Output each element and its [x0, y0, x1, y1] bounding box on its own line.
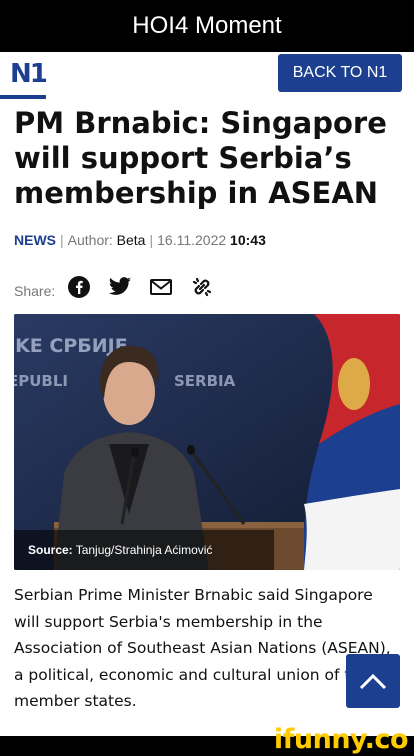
article-meta: NEWS | Author: Beta | 16.11.2022 10:43 [14, 232, 404, 250]
facebook-icon[interactable] [67, 275, 91, 299]
author-name[interactable]: Beta [117, 232, 146, 248]
backdrop-text-3: SERBIA [174, 372, 236, 390]
publish-time: 10:43 [230, 232, 266, 248]
back-to-n1-button[interactable]: BACK TO N1 [278, 54, 402, 92]
author-label: Author: [67, 232, 113, 248]
chevron-up-icon [359, 673, 387, 690]
email-icon[interactable] [149, 275, 173, 299]
share-bar: Share: [14, 272, 231, 302]
meme-caption: HOI4 Moment [0, 0, 414, 52]
backdrop-text-2: EPUBLI [14, 372, 68, 390]
photo-caption: Source: Tanjug/Strahinja Aćimović [14, 530, 274, 570]
article-headline: PM Brnabic: Singapore will support Serbi… [14, 106, 387, 210]
photo-source: Tanjug/Strahinja Aćimović [75, 543, 213, 557]
publish-date: 16.11.2022 [157, 232, 227, 248]
source-label: Source: [28, 543, 73, 557]
category-link[interactable]: NEWS [14, 232, 56, 248]
article-page: N1 BACK TO N1 PM Brnabic: Singapore will… [0, 52, 414, 736]
ifunny-watermark: ifunny.co [273, 724, 409, 755]
n1-logo[interactable]: N1 [10, 58, 50, 90]
article-photo: IKE CPБИJE EPUBLI SERBIA Source: Tanjug/… [14, 314, 400, 570]
link-icon[interactable] [190, 275, 214, 299]
navbar: N1 BACK TO N1 [0, 52, 414, 99]
share-label: Share: [14, 283, 56, 299]
scroll-to-top-button[interactable] [346, 654, 400, 708]
meta-separator: | [149, 232, 154, 248]
meta-separator: | [60, 232, 64, 248]
twitter-icon[interactable] [108, 275, 132, 299]
article-body: Serbian Prime Minister Brnabic said Sing… [14, 586, 391, 710]
logo-underline [0, 95, 46, 99]
